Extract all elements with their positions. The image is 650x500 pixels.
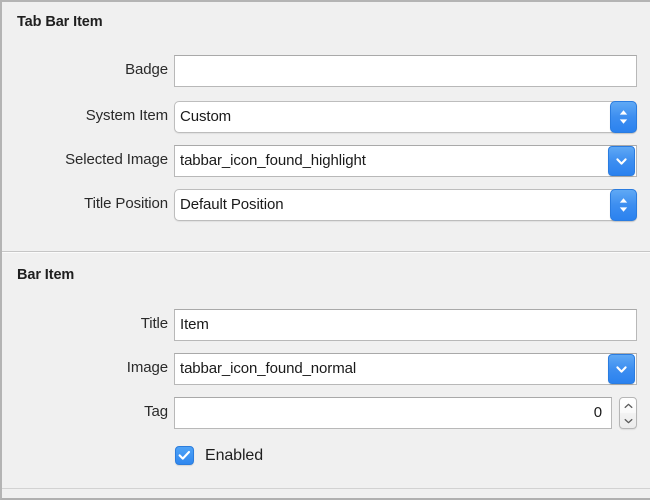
label-selected-image: Selected Image [65,151,168,168]
title-position-popup-button[interactable]: Default Position [174,189,637,221]
tag-input[interactable]: 0 [174,397,612,429]
stepper-decrement-icon[interactable] [620,413,636,428]
chevron-up-down-icon[interactable] [610,101,637,133]
selected-image-combo-input[interactable]: tabbar_icon_found_highlight [174,145,637,177]
stepper-increment-icon[interactable] [620,398,636,413]
chevron-up-down-icon[interactable] [610,189,637,221]
label-title: Title [140,315,168,332]
enabled-checkbox-label: Enabled [205,446,264,464]
badge-input[interactable] [174,55,637,87]
chevron-down-icon[interactable] [608,146,635,176]
section-divider [2,251,650,253]
label-tag: Tag [144,403,168,420]
title-input[interactable]: Item [174,309,637,341]
section-title-bar-item: Bar Item [17,267,75,283]
attributes-inspector-panel: Tab Bar Item Badge System Item Custom Se… [0,0,650,500]
check-icon [178,450,191,460]
image-combo-input[interactable]: tabbar_icon_found_normal [174,353,637,385]
row-badge: Badge [2,53,650,87]
system-item-popup-button[interactable]: Custom [174,101,637,133]
row-system-item: System Item Custom [2,99,650,133]
enabled-checkbox-row[interactable]: Enabled [175,446,263,465]
chevron-down-icon[interactable] [608,354,635,384]
row-title-position: Title Position Default Position [2,187,650,221]
row-tag: Tag 0 [2,395,650,429]
label-system-item: System Item [85,107,168,124]
tag-stepper[interactable] [619,397,637,429]
row-image: Image tabbar_icon_found_normal [2,351,650,385]
section-title-tab-bar-item: Tab Bar Item [17,14,103,30]
enabled-checkbox[interactable] [175,446,194,465]
row-selected-image: Selected Image tabbar_icon_found_highlig… [2,143,650,177]
label-badge: Badge [125,61,168,78]
row-title: Title Item [2,307,650,341]
label-title-position: Title Position [84,195,168,212]
label-image: Image [126,359,168,376]
